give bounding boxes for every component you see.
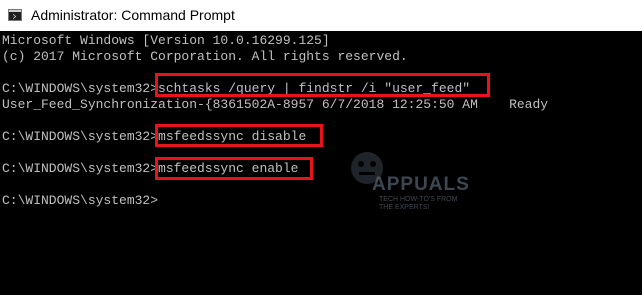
- console-line-11: C:\WINDOWS\system32>: [2, 193, 159, 208]
- command-prompt-window: Administrator: Command Prompt Microsoft …: [0, 0, 642, 295]
- highlight-box-disable-command: [155, 124, 323, 147]
- watermark-tagline-1: TECH HOW-TO'S FROM: [379, 196, 458, 203]
- title-bar[interactable]: Administrator: Command Prompt: [0, 0, 642, 31]
- watermark-brand: APPUALS: [372, 174, 470, 195]
- highlight-box-enable-command: [155, 157, 313, 180]
- console-output[interactable]: Microsoft Windows [Version 10.0.16299.12…: [0, 31, 642, 295]
- cmd-icon: [8, 9, 22, 21]
- console-line-2: (c) 2017 Microsoft Corporation. All righ…: [2, 49, 408, 64]
- console-line-5: User_Feed_Synchronization-{8361502A-8957…: [2, 97, 549, 112]
- console-line-1: Microsoft Windows [Version 10.0.16299.12…: [2, 33, 330, 48]
- window-title: Administrator: Command Prompt: [31, 7, 235, 23]
- watermark-tagline-2: THE EXPERTS!: [379, 204, 430, 211]
- highlight-box-schtasks-command: [155, 73, 490, 97]
